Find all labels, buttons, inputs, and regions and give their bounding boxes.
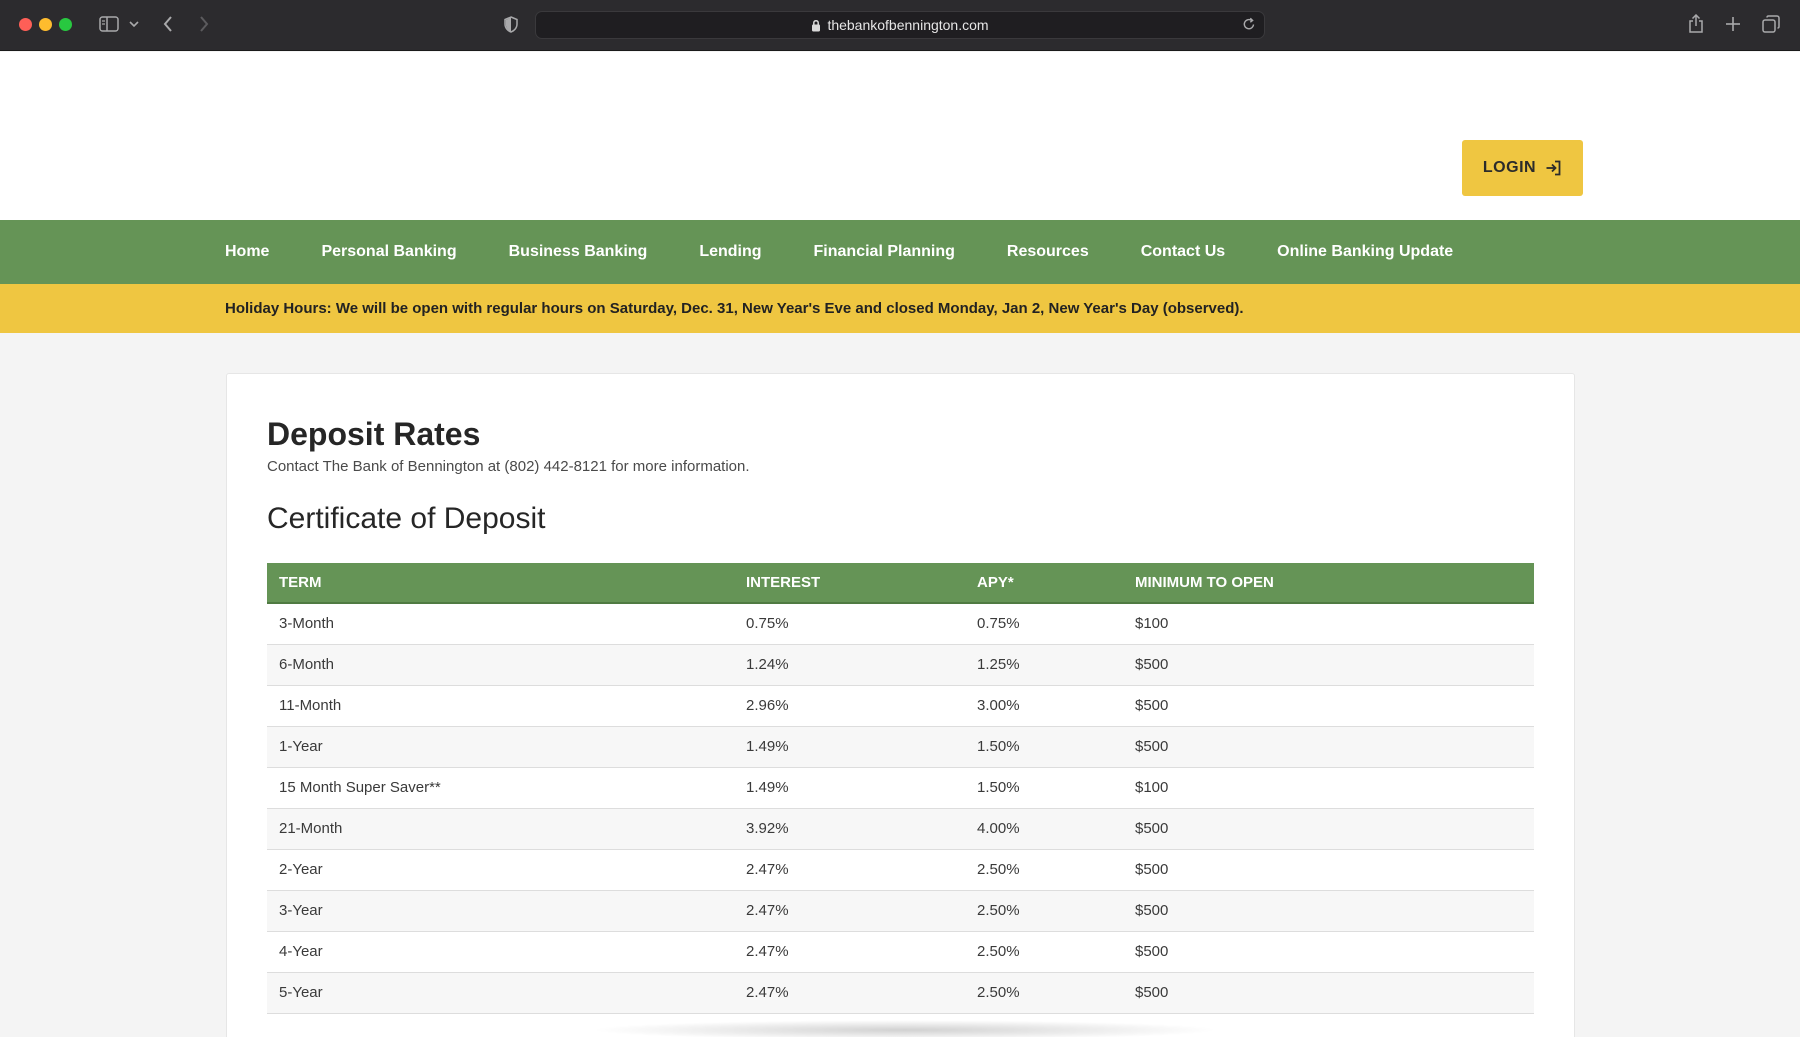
cell-minimum: $500 — [1123, 890, 1534, 932]
minimize-window-button[interactable] — [39, 18, 52, 31]
cell-term: 4-Year — [267, 931, 734, 973]
nav-item-financial-planning[interactable]: Financial Planning — [814, 243, 955, 261]
contact-info-text: Contact The Bank of Bennington at (802) … — [267, 458, 750, 475]
cell-term: 11-Month — [267, 685, 734, 727]
cell-interest: 2.96% — [734, 685, 965, 727]
table-row: 3-Month 0.75% 0.75% $100 — [267, 603, 1534, 645]
table-header-row: TERM INTEREST APY* MINIMUM TO OPEN — [267, 563, 1534, 604]
cell-minimum: $500 — [1123, 849, 1534, 891]
tabs-icon[interactable] — [1761, 12, 1781, 36]
nav-item-home[interactable]: Home — [225, 243, 269, 261]
table-row: 4-Year 2.47% 2.50% $500 — [267, 931, 1534, 973]
cell-interest: 2.47% — [734, 849, 965, 891]
login-arrow-icon — [1546, 160, 1561, 176]
table-row: 5-Year 2.47% 2.50% $500 — [267, 972, 1534, 1014]
cell-minimum: $500 — [1123, 685, 1534, 727]
cell-apy: 2.50% — [965, 931, 1123, 973]
share-icon[interactable] — [1686, 12, 1706, 36]
cell-minimum: $500 — [1123, 931, 1534, 973]
cell-term: 15 Month Super Saver** — [267, 767, 734, 809]
nav-item-online-banking-update[interactable]: Online Banking Update — [1277, 243, 1453, 261]
section-title: Certificate of Deposit — [267, 502, 546, 535]
cell-interest: 2.47% — [734, 931, 965, 973]
cell-apy: 1.50% — [965, 767, 1123, 809]
cell-minimum: $500 — [1123, 972, 1534, 1014]
column-header-minimum: MINIMUM TO OPEN — [1123, 563, 1534, 604]
browser-toolbar: thebankofbennington.com — [0, 0, 1800, 51]
shield-icon[interactable] — [502, 12, 520, 36]
cell-interest: 0.75% — [734, 603, 965, 645]
cell-term: 2-Year — [267, 849, 734, 891]
cell-term: 3-Month — [267, 603, 734, 645]
cell-interest: 2.47% — [734, 972, 965, 1014]
nav-item-resources[interactable]: Resources — [1007, 243, 1089, 261]
cell-minimum: $500 — [1123, 726, 1534, 768]
column-header-apy: APY* — [965, 563, 1123, 604]
nav-item-contact-us[interactable]: Contact Us — [1141, 243, 1225, 261]
table-row: 6-Month 1.24% 1.25% $500 — [267, 644, 1534, 686]
table-row: 15 Month Super Saver** 1.49% 1.50% $100 — [267, 767, 1534, 809]
cell-term: 1-Year — [267, 726, 734, 768]
cell-apy: 2.50% — [965, 972, 1123, 1014]
nav-item-lending[interactable]: Lending — [699, 243, 761, 261]
table-row: 21-Month 3.92% 4.00% $500 — [267, 808, 1534, 850]
url-text: thebankofbennington.com — [827, 17, 989, 33]
cell-minimum: $100 — [1123, 603, 1534, 645]
nav-item-personal-banking[interactable]: Personal Banking — [321, 243, 456, 261]
cell-apy: 0.75% — [965, 603, 1123, 645]
lock-icon — [812, 19, 821, 31]
alert-text: Holiday Hours: We will be open with regu… — [225, 300, 1244, 317]
main-navigation: Home Personal Banking Business Banking L… — [0, 220, 1800, 284]
login-label: LOGIN — [1482, 159, 1537, 176]
cd-rates-table: TERM INTEREST APY* MINIMUM TO OPEN 3-Mon… — [267, 563, 1534, 1014]
cell-apy: 3.00% — [965, 685, 1123, 727]
cell-term: 5-Year — [267, 972, 734, 1014]
cell-apy: 2.50% — [965, 849, 1123, 891]
cell-apy: 2.50% — [965, 890, 1123, 932]
scroll-shadow — [590, 1020, 1220, 1037]
column-header-interest: INTEREST — [734, 563, 965, 604]
table-row: 3-Year 2.47% 2.50% $500 — [267, 890, 1534, 932]
address-bar[interactable]: thebankofbennington.com — [535, 11, 1265, 39]
cell-apy: 1.25% — [965, 644, 1123, 686]
cell-interest: 1.49% — [734, 726, 965, 768]
cell-interest: 2.47% — [734, 890, 965, 932]
reload-icon[interactable] — [1242, 16, 1256, 37]
page-title: Deposit Rates — [267, 416, 481, 452]
table-row: 2-Year 2.47% 2.50% $500 — [267, 849, 1534, 891]
forward-icon[interactable] — [196, 12, 212, 36]
column-header-term: TERM — [267, 563, 734, 604]
sidebar-icon[interactable] — [98, 12, 120, 36]
cell-minimum: $100 — [1123, 767, 1534, 809]
back-icon[interactable] — [160, 12, 176, 36]
holiday-alert-banner: Holiday Hours: We will be open with regu… — [0, 284, 1800, 333]
deposit-rates-card: Deposit Rates Contact The Bank of Bennin… — [226, 373, 1575, 1037]
cell-term: 3-Year — [267, 890, 734, 932]
site-header: LOGIN — [0, 52, 1800, 220]
web-page: LOGIN Home Personal Banking Business Ban… — [0, 52, 1800, 1037]
zoom-window-button[interactable] — [59, 18, 72, 31]
cell-term: 21-Month — [267, 808, 734, 850]
close-window-button[interactable] — [19, 18, 32, 31]
cell-term: 6-Month — [267, 644, 734, 686]
cell-interest: 3.92% — [734, 808, 965, 850]
cell-minimum: $500 — [1123, 644, 1534, 686]
cell-minimum: $500 — [1123, 808, 1534, 850]
plus-icon[interactable] — [1723, 12, 1743, 36]
login-button[interactable]: LOGIN — [1462, 140, 1583, 196]
cell-apy: 4.00% — [965, 808, 1123, 850]
cell-apy: 1.50% — [965, 726, 1123, 768]
nav-item-business-banking[interactable]: Business Banking — [509, 243, 648, 261]
table-row: 11-Month 2.96% 3.00% $500 — [267, 685, 1534, 727]
cell-interest: 1.24% — [734, 644, 965, 686]
chevron-down-icon[interactable] — [128, 12, 140, 36]
table-row: 1-Year 1.49% 1.50% $500 — [267, 726, 1534, 768]
cell-interest: 1.49% — [734, 767, 965, 809]
